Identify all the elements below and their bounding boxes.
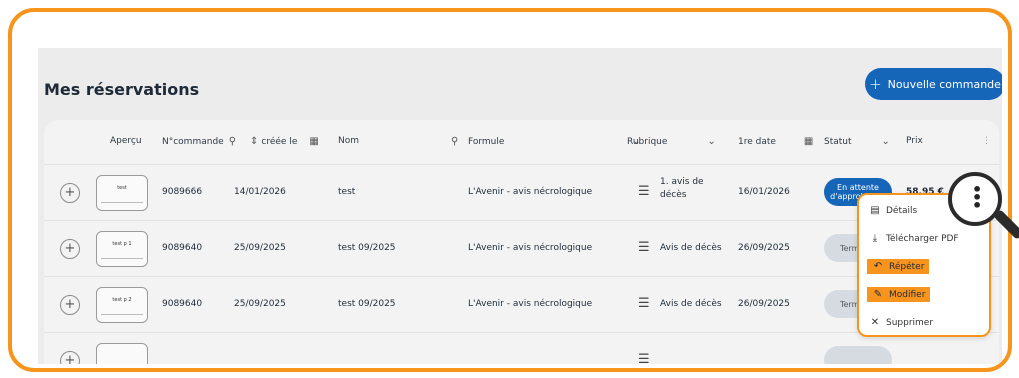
- column-options-icon[interactable]: ⋮: [982, 136, 991, 146]
- col-creee[interactable]: ⇕ créée le ▦: [250, 136, 319, 147]
- list-box-icon: ▤: [870, 205, 880, 216]
- col-premiere-date[interactable]: 1re date ▦: [738, 136, 813, 147]
- page-title: Mes réservations: [44, 80, 200, 99]
- col-prix: Prix: [906, 136, 923, 146]
- magnifier-lens: • • •: [948, 172, 1002, 226]
- table-row[interactable]: + test p 2 9089640 25/09/2025 test 09/20…: [44, 276, 999, 332]
- list-icon: ☰: [638, 240, 650, 255]
- list-icon: ☰: [638, 296, 650, 311]
- rubrique-line-2: décès: [660, 190, 687, 200]
- created-date: 25/09/2025: [234, 243, 286, 253]
- rubrique: Avis de décès: [660, 243, 722, 253]
- formula: L'Avenir - avis nécrologique: [468, 299, 593, 309]
- more-options-icon[interactable]: • • •: [972, 182, 982, 214]
- menu-item-details[interactable]: ▤ Détails: [869, 205, 917, 216]
- chevron-down-icon[interactable]: ⌄: [707, 136, 715, 147]
- order-number: 9089640: [162, 243, 203, 253]
- calendar-icon[interactable]: ▦: [804, 136, 813, 147]
- menu-item-edit[interactable]: ✎ Modifier: [867, 287, 931, 302]
- expand-row-icon[interactable]: +: [60, 239, 80, 259]
- row-name: test: [338, 187, 356, 197]
- preview-thumbnail[interactable]: test: [96, 175, 148, 211]
- table-row[interactable]: + ☰: [44, 332, 999, 364]
- rubrique-line-1: 1. avis de: [660, 177, 704, 187]
- status-badge: [824, 346, 892, 364]
- chevron-down-icon[interactable]: ⌄: [882, 136, 890, 147]
- search-icon[interactable]: ⚲: [229, 136, 236, 147]
- expand-row-icon[interactable]: +: [60, 183, 80, 203]
- preview-thumbnail[interactable]: test p 2: [96, 287, 148, 323]
- col-statut[interactable]: Statut ⌄: [824, 136, 890, 147]
- table-row[interactable]: + test p 1 9089640 25/09/2025 test 09/20…: [44, 220, 999, 276]
- plus-icon: +: [869, 75, 882, 93]
- row-name: test 09/2025: [338, 243, 396, 253]
- first-date: 26/09/2025: [738, 299, 790, 309]
- calendar-icon[interactable]: ▦: [309, 136, 318, 147]
- preview-thumbnail[interactable]: test p 1: [96, 231, 148, 267]
- search-icon[interactable]: ⚲: [446, 136, 458, 147]
- created-date: 14/01/2026: [234, 187, 286, 197]
- col-formule[interactable]: Formule ⌄: [468, 136, 641, 147]
- preview-thumbnail[interactable]: [96, 343, 148, 364]
- menu-item-delete[interactable]: ✕ Supprimer: [869, 317, 933, 328]
- created-date: 25/09/2025: [234, 299, 286, 309]
- menu-item-repeat[interactable]: ↶ Répéter: [867, 259, 930, 274]
- formula: L'Avenir - avis nécrologique: [468, 187, 593, 197]
- sort-icon[interactable]: ⇕: [250, 136, 258, 147]
- col-nom: Nom: [338, 136, 360, 146]
- first-date: 16/01/2026: [738, 187, 790, 197]
- download-icon: ⤓: [872, 233, 878, 244]
- menu-item-download-pdf[interactable]: ⤓ Télécharger PDF: [869, 233, 959, 244]
- rubrique: Avis de décès: [660, 299, 722, 309]
- col-rubrique[interactable]: Rubrique ⌄: [627, 136, 716, 147]
- close-icon: ✕: [870, 317, 880, 328]
- edit-icon: ✎: [873, 289, 883, 300]
- formula: L'Avenir - avis nécrologique: [468, 243, 593, 253]
- order-number: 9089666: [162, 187, 203, 197]
- col-commande[interactable]: N°commande ⚲: [162, 136, 236, 147]
- row-name: test 09/2025: [338, 299, 396, 309]
- expand-row-icon[interactable]: +: [60, 295, 80, 315]
- reservations-table: Aperçu N°commande ⚲ ⇕ créée le ▦ Nom ⚲ Form…: [44, 120, 999, 364]
- undo-icon: ↶: [873, 261, 883, 272]
- list-icon: ☰: [638, 352, 650, 364]
- new-order-label: Nouvelle commande: [887, 77, 1001, 91]
- expand-row-icon[interactable]: +: [60, 351, 80, 364]
- list-icon: ☰: [638, 184, 650, 199]
- col-apercu: Aperçu: [110, 136, 142, 146]
- first-date: 26/09/2025: [738, 243, 790, 253]
- new-order-button[interactable]: + Nouvelle commande: [865, 68, 1002, 100]
- table-row[interactable]: + test 9089666 14/01/2026 test L'Avenir …: [44, 164, 999, 220]
- order-number: 9089640: [162, 299, 203, 309]
